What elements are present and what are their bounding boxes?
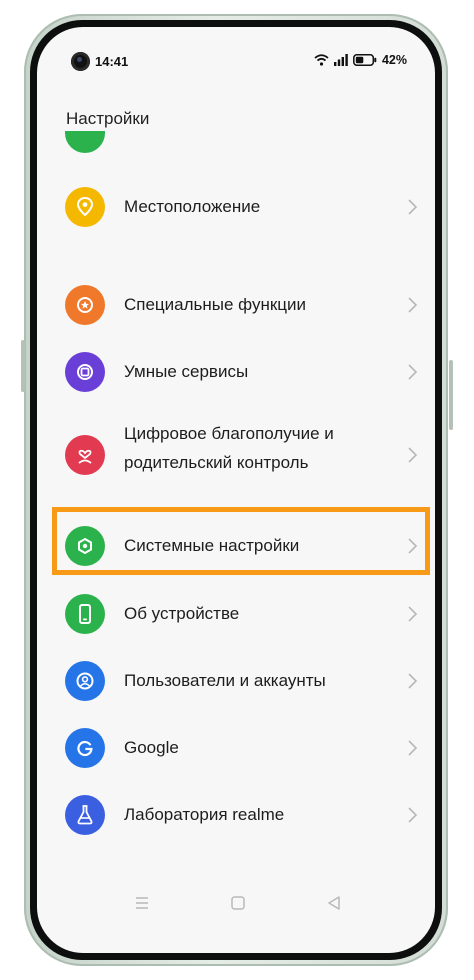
settings-item-accessibility[interactable]: Специальные функции bbox=[37, 275, 435, 335]
heart-person-icon bbox=[65, 435, 105, 475]
settings-item-label: Лаборатория realme bbox=[124, 805, 285, 824]
signal-icon bbox=[333, 54, 348, 66]
page-title: Настройки bbox=[66, 109, 150, 128]
battery-icon bbox=[353, 54, 377, 66]
side-button-right bbox=[449, 360, 453, 430]
settings-item-label: Умные сервисы bbox=[124, 362, 249, 381]
chevron-right-icon bbox=[408, 199, 418, 215]
back-icon[interactable] bbox=[326, 895, 342, 911]
user-account-icon bbox=[65, 661, 105, 701]
location-pin-icon bbox=[65, 187, 105, 227]
chevron-right-icon bbox=[408, 364, 418, 380]
menu-icon[interactable] bbox=[134, 895, 150, 911]
phone-screen: 14:41 42% Настройки Местоположение Специ… bbox=[37, 27, 435, 953]
settings-item-smart-services[interactable]: Умные сервисы bbox=[37, 342, 435, 402]
navigation-bar bbox=[37, 895, 435, 925]
chevron-right-icon bbox=[408, 297, 418, 313]
settings-item-digital-wellbeing[interactable]: Цифровое благополучие и родительский кон… bbox=[37, 415, 435, 495]
settings-item-google[interactable]: Google bbox=[37, 718, 435, 778]
status-icons: 42% bbox=[314, 53, 407, 67]
side-button-left bbox=[21, 340, 25, 392]
settings-item-location[interactable]: Местоположение bbox=[37, 177, 435, 237]
google-g-icon bbox=[65, 728, 105, 768]
settings-item-label: Google bbox=[124, 738, 179, 757]
settings-item-label: Об устройстве bbox=[124, 604, 240, 623]
settings-item-label: Специальные функции bbox=[124, 295, 307, 314]
highlight-frame bbox=[52, 507, 430, 575]
battery-percent: 42% bbox=[381, 53, 407, 67]
settings-item-label: Пользователи и аккаунты bbox=[124, 671, 326, 690]
accessibility-star-icon bbox=[65, 285, 105, 325]
settings-item-label-line1: Цифровое благополучие и bbox=[124, 424, 334, 443]
lab-flask-icon bbox=[65, 795, 105, 835]
settings-item-label-line2: родительский контроль bbox=[124, 453, 309, 472]
wifi-icon bbox=[314, 54, 329, 66]
chevron-right-icon bbox=[408, 673, 418, 689]
status-time: 14:41 bbox=[95, 54, 129, 69]
settings-item-about-device[interactable]: Об устройстве bbox=[37, 584, 435, 644]
smart-services-icon bbox=[65, 352, 105, 392]
home-icon[interactable] bbox=[230, 895, 246, 911]
settings-item-users-accounts[interactable]: Пользователи и аккаунты bbox=[37, 651, 435, 711]
settings-item-label: Местоположение bbox=[124, 197, 261, 216]
partial-icon-cutoff bbox=[65, 131, 105, 161]
chevron-right-icon bbox=[408, 606, 418, 622]
chevron-right-icon bbox=[408, 807, 418, 823]
chevron-right-icon bbox=[408, 447, 418, 463]
front-camera bbox=[71, 52, 90, 71]
settings-item-realme-lab[interactable]: Лаборатория realme bbox=[37, 785, 435, 845]
phone-device-icon bbox=[65, 594, 105, 634]
chevron-right-icon bbox=[408, 740, 418, 756]
